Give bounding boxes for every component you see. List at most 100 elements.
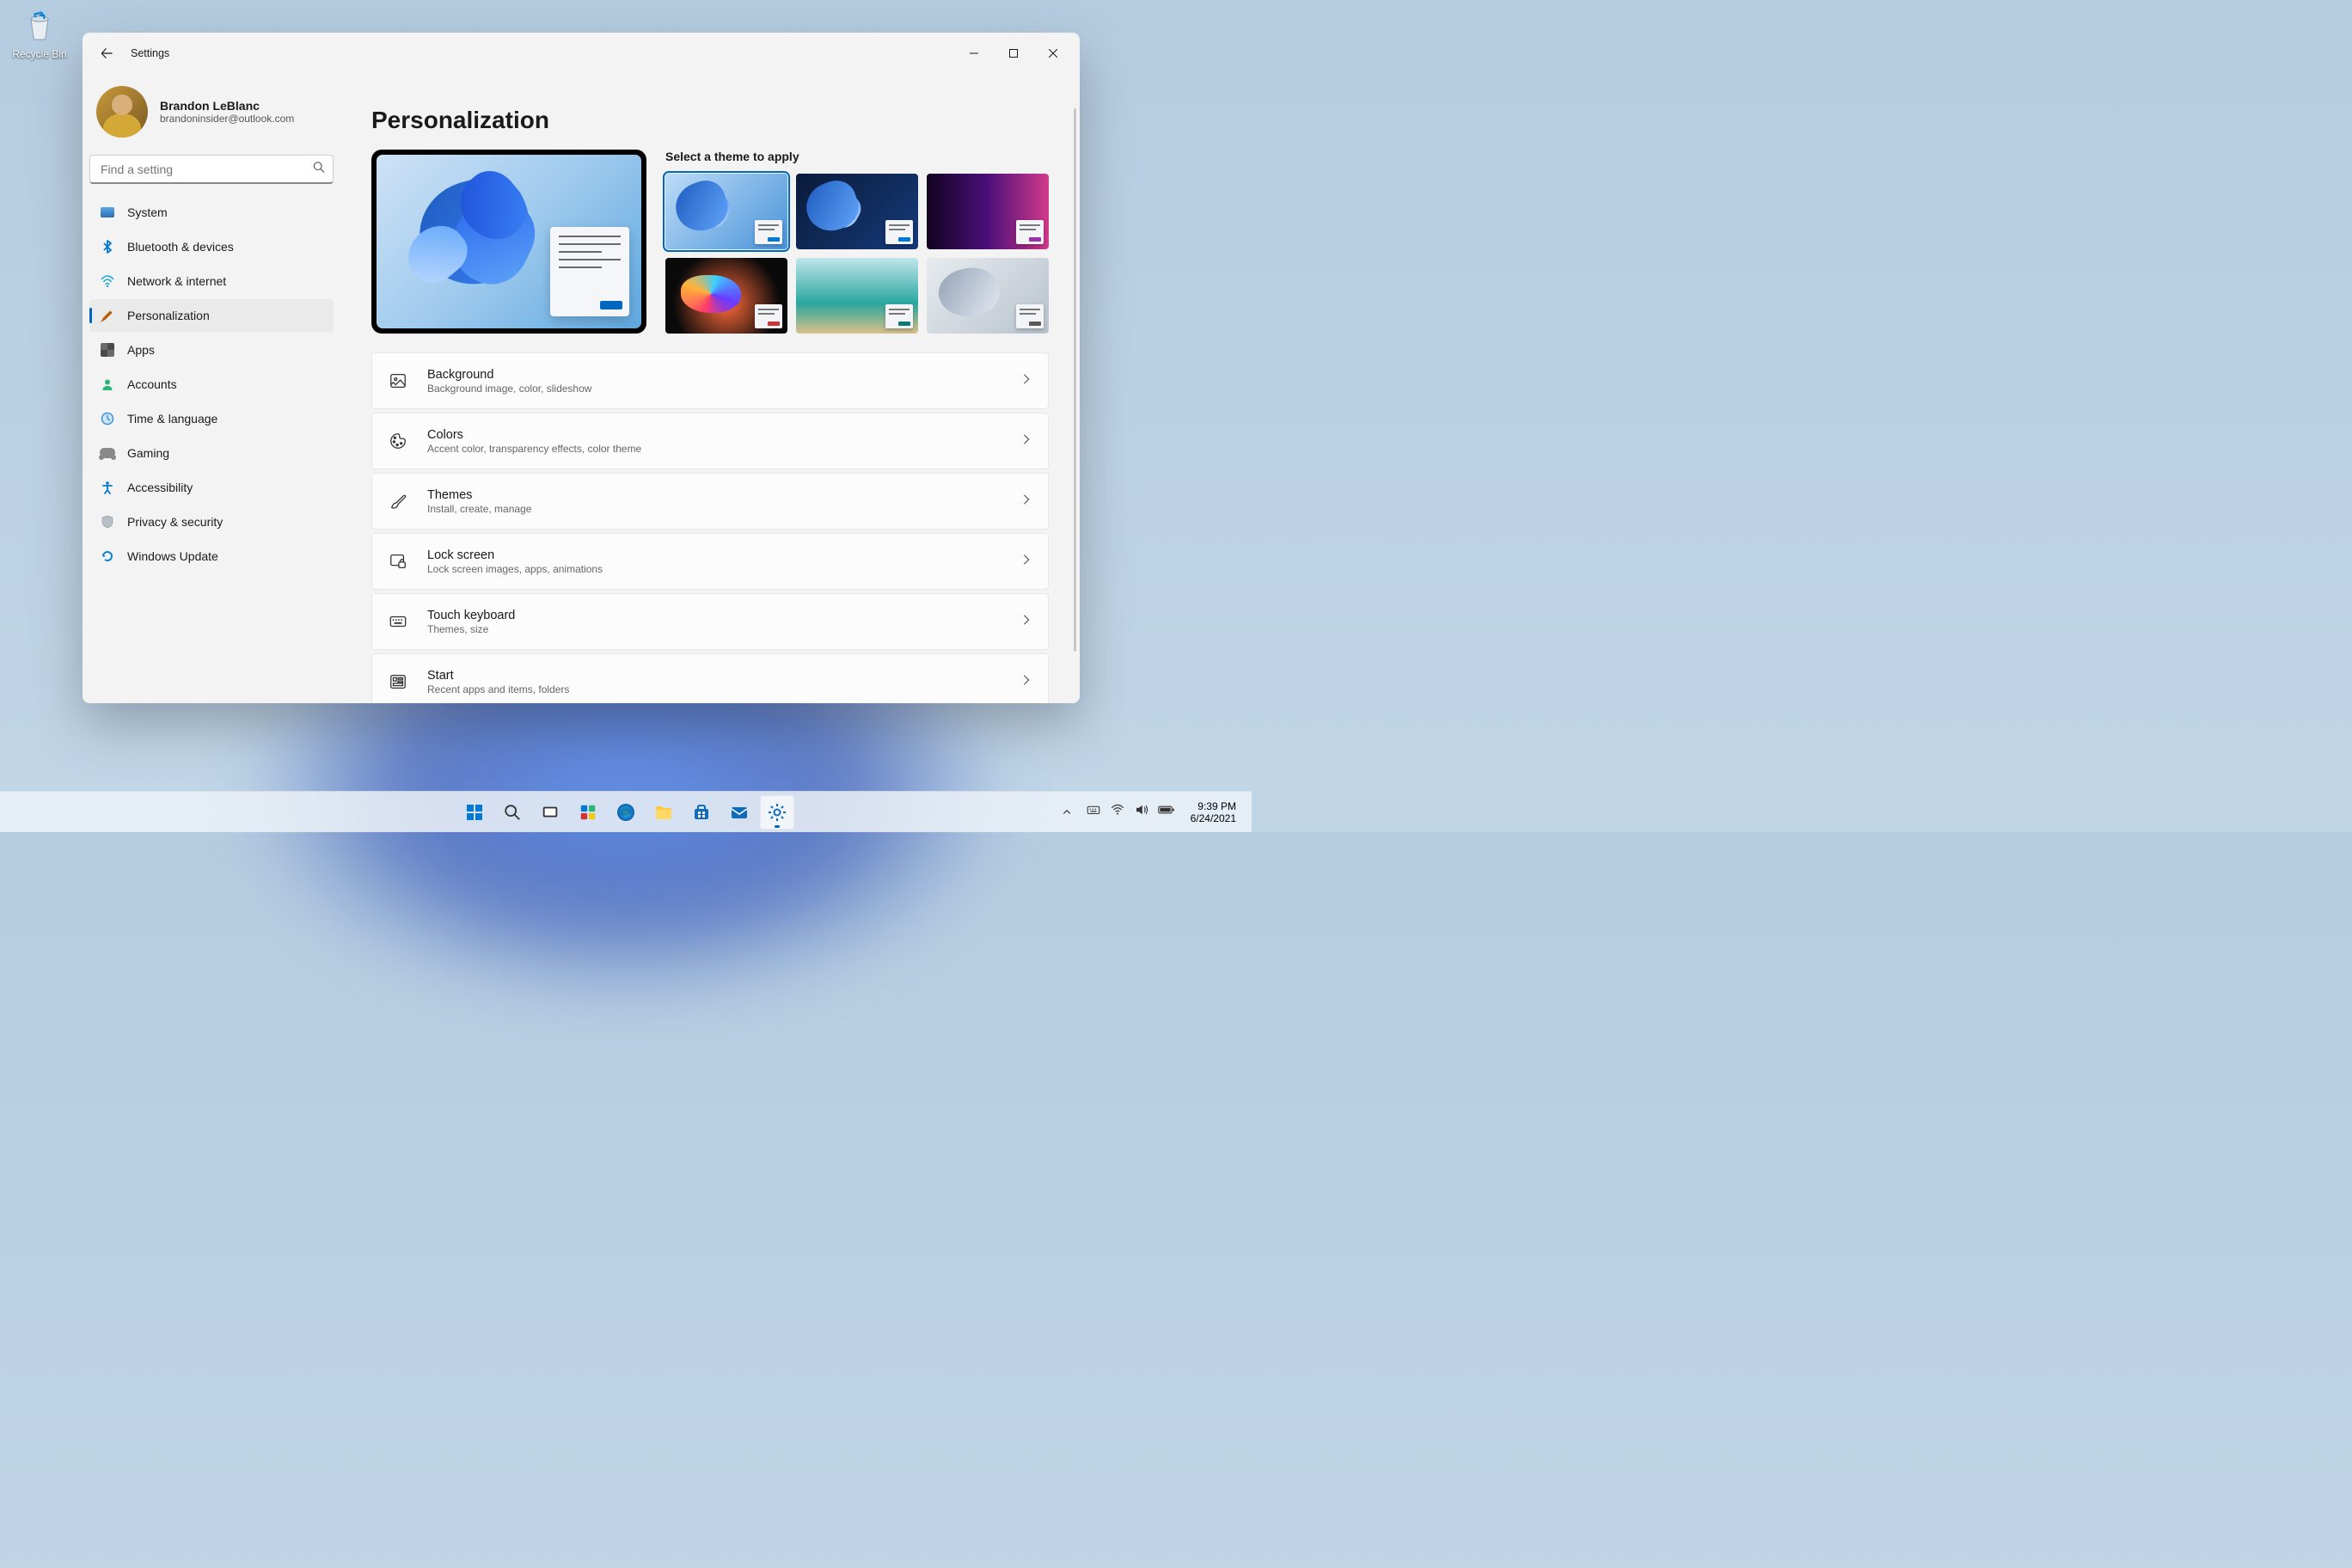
avatar: [96, 86, 148, 138]
window-controls: [954, 40, 1073, 67]
palette-icon: [388, 431, 408, 451]
lockscreen-icon: [388, 551, 408, 572]
explorer-button[interactable]: [646, 795, 681, 830]
clock-time: 9:39 PM: [1191, 800, 1236, 812]
nav-label: Accounts: [127, 377, 177, 391]
theme-thumb-3[interactable]: [665, 258, 787, 334]
close-button[interactable]: [1033, 40, 1073, 67]
nav-label: Network & internet: [127, 274, 226, 288]
nav-label: Personalization: [127, 309, 210, 322]
start-button[interactable]: [457, 795, 492, 830]
sidebar: Brandon LeBlanc brandoninsider@outlook.c…: [83, 74, 340, 703]
chevron-right-icon: [1020, 493, 1032, 510]
maximize-icon: [1009, 49, 1018, 58]
profile-block[interactable]: Brandon LeBlanc brandoninsider@outlook.c…: [89, 79, 334, 151]
minimize-button[interactable]: [954, 40, 994, 67]
maximize-button[interactable]: [994, 40, 1033, 67]
nav-item-apps[interactable]: Apps: [89, 334, 334, 366]
accessibility-icon: [100, 480, 115, 495]
card-title: Themes: [427, 488, 1020, 502]
nav-item-bluetooth[interactable]: Bluetooth & devices: [89, 230, 334, 263]
desktop-icon-recycle-bin[interactable]: Recycle Bin: [7, 7, 72, 60]
theme-thumb-5[interactable]: [927, 258, 1049, 334]
theme-thumb-2[interactable]: [927, 174, 1049, 249]
card-start[interactable]: StartRecent apps and items, folders: [371, 653, 1049, 703]
store-button[interactable]: [684, 795, 719, 830]
card-desc: Background image, color, slideshow: [427, 383, 1020, 395]
preview-row: Select a theme to apply: [371, 150, 1049, 334]
profile-name: Brandon LeBlanc: [160, 99, 294, 113]
taskbar-clock[interactable]: 9:39 PM 6/24/2021: [1182, 800, 1245, 824]
search-input[interactable]: [89, 155, 334, 184]
edge-button[interactable]: [609, 795, 643, 830]
app-title: Settings: [131, 47, 169, 59]
nav-item-update[interactable]: Windows Update: [89, 540, 334, 573]
volume-icon[interactable]: [1134, 802, 1149, 822]
update-icon: [100, 548, 115, 564]
wifi-icon[interactable]: [1110, 802, 1125, 822]
task-view-button[interactable]: [533, 795, 567, 830]
tray-icons: [1081, 802, 1180, 822]
widgets-button[interactable]: [571, 795, 605, 830]
search-button[interactable]: [495, 795, 530, 830]
nav-item-network[interactable]: Network & internet: [89, 265, 334, 297]
settings-button[interactable]: [760, 795, 794, 830]
theme-mini-window: [755, 304, 782, 328]
scrollbar[interactable]: [1074, 108, 1076, 652]
input-icon[interactable]: [1086, 802, 1101, 822]
taskbar-center: [457, 795, 794, 830]
nav-item-time[interactable]: Time & language: [89, 402, 334, 435]
theme-thumb-0[interactable]: [665, 174, 787, 249]
card-lockscreen[interactable]: Lock screenLock screen images, apps, ani…: [371, 533, 1049, 590]
keyboard-icon: [388, 611, 408, 632]
main-content: Personalization: [340, 74, 1080, 703]
card-touch-keyboard[interactable]: Touch keyboardThemes, size: [371, 593, 1049, 650]
theme-mini-window: [755, 220, 782, 244]
chevron-right-icon: [1020, 674, 1032, 690]
back-button[interactable]: [89, 36, 124, 70]
store-icon: [691, 802, 712, 823]
windows-icon: [464, 802, 485, 823]
chevron-up-icon: [1062, 807, 1072, 818]
search-icon: [313, 162, 325, 178]
mail-button[interactable]: [722, 795, 756, 830]
nav-item-accessibility[interactable]: Accessibility: [89, 471, 334, 504]
nav-item-accounts[interactable]: Accounts: [89, 368, 334, 401]
theme-thumb-1[interactable]: [796, 174, 918, 249]
chevron-right-icon: [1020, 373, 1032, 389]
nav-label: Time & language: [127, 412, 217, 426]
nav-label: Gaming: [127, 446, 169, 460]
profile-email: brandoninsider@outlook.com: [160, 113, 294, 125]
card-title: Background: [427, 368, 1020, 382]
theme-grid: [665, 174, 1049, 334]
tray-overflow-button[interactable]: [1055, 795, 1079, 830]
theme-mini-window: [1016, 220, 1044, 244]
card-background[interactable]: BackgroundBackground image, color, slide…: [371, 352, 1049, 409]
gear-icon: [767, 802, 787, 823]
nav-item-privacy[interactable]: Privacy & security: [89, 505, 334, 538]
desktop-preview[interactable]: [371, 150, 646, 334]
card-colors[interactable]: ColorsAccent color, transparency effects…: [371, 413, 1049, 469]
card-desc: Recent apps and items, folders: [427, 683, 1020, 695]
theme-mini-window: [885, 304, 913, 328]
nav-item-system[interactable]: System: [89, 196, 334, 229]
start-icon: [388, 671, 408, 692]
card-themes[interactable]: ThemesInstall, create, manage: [371, 473, 1049, 530]
bluetooth-icon: [100, 239, 115, 254]
settings-window: Settings Brandon LeBlanc brandoninsider@…: [83, 33, 1080, 703]
widgets-icon: [579, 803, 597, 822]
card-desc: Lock screen images, apps, animations: [427, 563, 1020, 575]
gaming-icon: [100, 445, 115, 461]
nav-item-personalization[interactable]: Personalization: [89, 299, 334, 332]
chevron-right-icon: [1020, 614, 1032, 630]
close-icon: [1049, 49, 1057, 58]
nav-item-gaming[interactable]: Gaming: [89, 437, 334, 469]
theme-heading: Select a theme to apply: [665, 150, 1049, 163]
personalization-icon: [100, 308, 115, 323]
nav-label: System: [127, 205, 168, 219]
card-desc: Themes, size: [427, 623, 1020, 635]
battery-icon[interactable]: [1158, 802, 1175, 822]
preview-sample-window: [550, 227, 629, 316]
clock-date: 6/24/2021: [1191, 812, 1236, 824]
theme-thumb-4[interactable]: [796, 258, 918, 334]
